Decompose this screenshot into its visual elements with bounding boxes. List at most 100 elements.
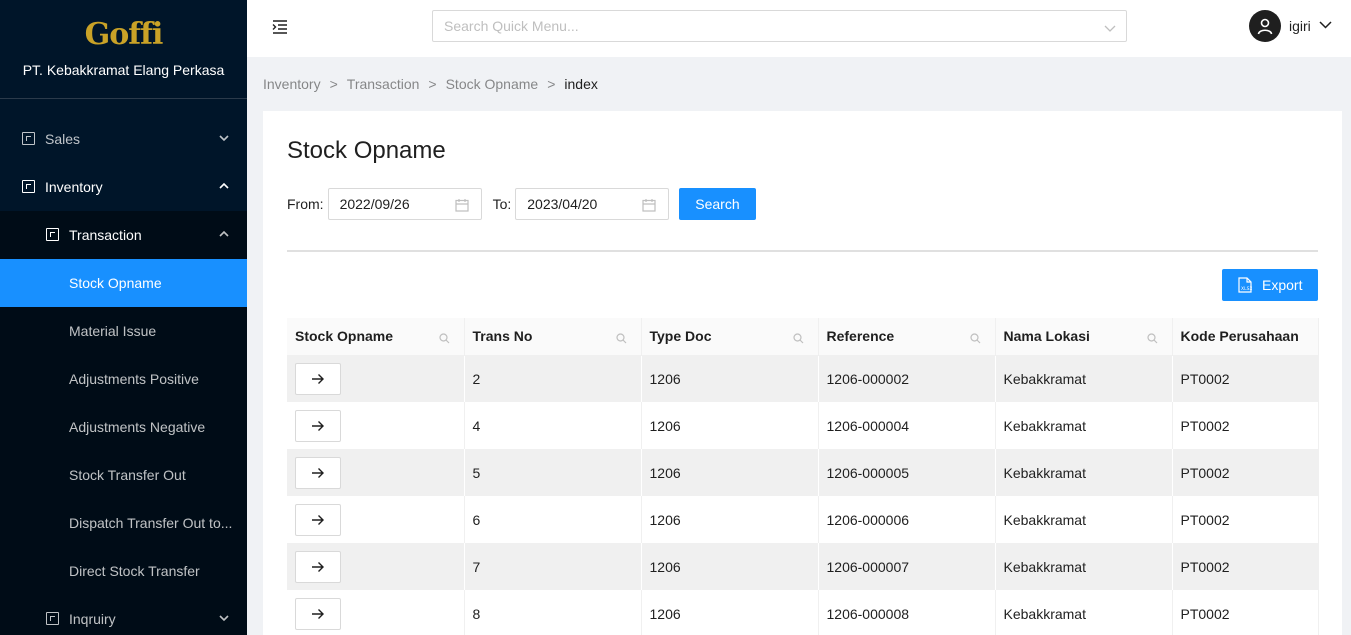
page-title: Stock Opname: [287, 137, 446, 164]
svg-text:XLSX: XLSX: [1241, 286, 1252, 292]
to-date-picker[interactable]: 2023/04/20: [515, 188, 670, 220]
menu-item-icon: [22, 180, 35, 193]
kode-cell: PT0002: [1172, 496, 1319, 543]
kode-cell: PT0002: [1172, 449, 1319, 496]
export-button[interactable]: XLSX Export: [1222, 269, 1319, 301]
sidebar-item-label: Adjustments Negative: [69, 419, 206, 435]
open-row-button[interactable]: [295, 456, 341, 489]
content-card: Stock Opname From: 2022/09/26 To: 2023/0…: [263, 111, 1342, 635]
reference-cell: 1206-000004: [818, 402, 996, 449]
trans-no-cell: 2: [464, 355, 642, 402]
kode-cell: PT0002: [1172, 590, 1319, 635]
row-action-cell: [287, 590, 465, 635]
open-row-button[interactable]: [295, 550, 341, 583]
reference-cell: 1206-000002: [818, 355, 996, 402]
row-action-cell: [287, 496, 465, 543]
open-row-button[interactable]: [295, 362, 341, 395]
search-button[interactable]: Search: [679, 188, 756, 220]
arrow-right-icon: [312, 608, 324, 619]
type-doc-cell: 1206: [641, 355, 819, 402]
chevron-down-icon: [1319, 18, 1332, 34]
menu-fold-icon[interactable]: [271, 18, 289, 36]
to-label: To:: [492, 196, 512, 212]
table-header-row: Stock Opname Trans No Type Doc Reference…: [287, 318, 1319, 356]
search-icon[interactable]: [615, 331, 627, 347]
sidebar-item-label: Direct Stock Transfer: [69, 563, 200, 579]
chevron-down-icon[interactable]: [1104, 21, 1116, 37]
kode-cell: PT0002: [1172, 355, 1319, 402]
breadcrumb-stock-opname[interactable]: Stock Opname: [446, 76, 539, 92]
lokasi-cell: Kebakkramat: [995, 355, 1173, 402]
sidebar-item-adjustments-negative[interactable]: Adjustments Negative: [0, 403, 247, 451]
search-icon[interactable]: [792, 331, 804, 347]
user-icon: [1249, 10, 1281, 42]
quick-menu-search-input[interactable]: [433, 11, 1073, 41]
type-doc-cell: 1206: [641, 402, 819, 449]
breadcrumb: Inventory > Transaction > Stock Opname >…: [263, 76, 598, 92]
sidebar-menu: Sales Inventory Transaction Stock Opname…: [0, 99, 247, 635]
sidebar-item-inventory[interactable]: Inventory: [0, 163, 247, 211]
row-action-cell: [287, 543, 465, 590]
column-header-nama-lokasi: Nama Lokasi: [995, 318, 1173, 356]
quick-menu-search[interactable]: [432, 10, 1127, 42]
arrow-right-icon: [312, 420, 324, 431]
sidebar-item-stock-opname[interactable]: Stock Opname: [0, 259, 247, 307]
lokasi-cell: Kebakkramat: [995, 543, 1173, 590]
table-row: 8 1206 1206-000008 Kebakkramat PT0002: [287, 590, 1319, 635]
sidebar-item-label: Inventory: [45, 179, 103, 195]
lokasi-cell: Kebakkramat: [995, 449, 1173, 496]
date-filter: From: 2022/09/26 To: 2023/04/20 Search: [287, 188, 756, 220]
sidebar-item-adjustments-positive[interactable]: Adjustments Positive: [0, 355, 247, 403]
sidebar-item-direct-stock-transfer[interactable]: Direct Stock Transfer: [0, 547, 247, 595]
export-label: Export: [1262, 277, 1303, 293]
reference-cell: 1206-000008: [818, 590, 996, 635]
sidebar-item-label: Dispatch Transfer Out to...: [69, 515, 233, 531]
trans-no-cell: 5: [464, 449, 642, 496]
sidebar-item-material-issue[interactable]: Material Issue: [0, 307, 247, 355]
trans-no-cell: 4: [464, 402, 642, 449]
search-icon[interactable]: [1146, 331, 1158, 347]
lokasi-cell: Kebakkramat: [995, 590, 1173, 635]
breadcrumb-transaction[interactable]: Transaction: [347, 76, 420, 92]
breadcrumb-separator: >: [547, 76, 556, 92]
sidebar-item-transaction[interactable]: Transaction: [0, 211, 247, 259]
arrow-right-icon: [312, 514, 324, 525]
open-row-button[interactable]: [295, 597, 341, 630]
username: igiri: [1289, 18, 1311, 34]
sidebar-item-sales[interactable]: Sales: [0, 115, 247, 163]
column-header-reference: Reference: [818, 318, 996, 356]
sidebar-item-label: Inqruiry: [69, 611, 116, 627]
sidebar: Goffi PT. Kebakkramat Elang Perkasa Sale…: [0, 0, 247, 635]
open-row-button[interactable]: [295, 409, 341, 442]
open-row-button[interactable]: [295, 503, 341, 536]
row-action-cell: [287, 355, 465, 402]
file-excel-icon: XLSX: [1238, 277, 1252, 293]
user-menu[interactable]: igiri: [1249, 10, 1332, 42]
sidebar-item-label: Sales: [45, 131, 81, 147]
sidebar-item-stock-transfer-out[interactable]: Stock Transfer Out: [0, 451, 247, 499]
sidebar-item-dispatch-transfer-out[interactable]: Dispatch Transfer Out to...: [0, 499, 247, 547]
trans-no-cell: 8: [464, 590, 642, 635]
chevron-down-icon: [219, 133, 229, 142]
sidebar-item-label: Stock Transfer Out: [69, 467, 186, 483]
table-row: 5 1206 1206-000005 Kebakkramat PT0002: [287, 449, 1319, 496]
sidebar-item-label: Material Issue: [69, 323, 157, 339]
table-row: 6 1206 1206-000006 Kebakkramat PT0002: [287, 496, 1319, 543]
chevron-up-icon: [219, 229, 229, 238]
search-icon[interactable]: [969, 331, 981, 347]
column-header-kode-perusahaan: Kode Perusahaan: [1172, 318, 1319, 356]
menu-item-icon: [46, 228, 59, 241]
column-header-stock-opname: Stock Opname: [287, 318, 465, 356]
sidebar-item-label: Transaction: [69, 227, 142, 243]
type-doc-cell: 1206: [641, 543, 819, 590]
type-doc-cell: 1206: [641, 590, 819, 635]
from-date-picker[interactable]: 2022/09/26: [327, 188, 482, 220]
chevron-down-icon: [219, 613, 229, 622]
menu-item-icon: [22, 132, 35, 145]
chevron-up-icon: [219, 181, 229, 190]
breadcrumb-inventory[interactable]: Inventory: [263, 76, 321, 92]
sidebar-item-inquiry[interactable]: Inqruiry: [0, 595, 247, 635]
company-name: PT. Kebakkramat Elang Perkasa: [22, 62, 225, 78]
type-doc-cell: 1206: [641, 496, 819, 543]
search-icon[interactable]: [438, 331, 450, 347]
